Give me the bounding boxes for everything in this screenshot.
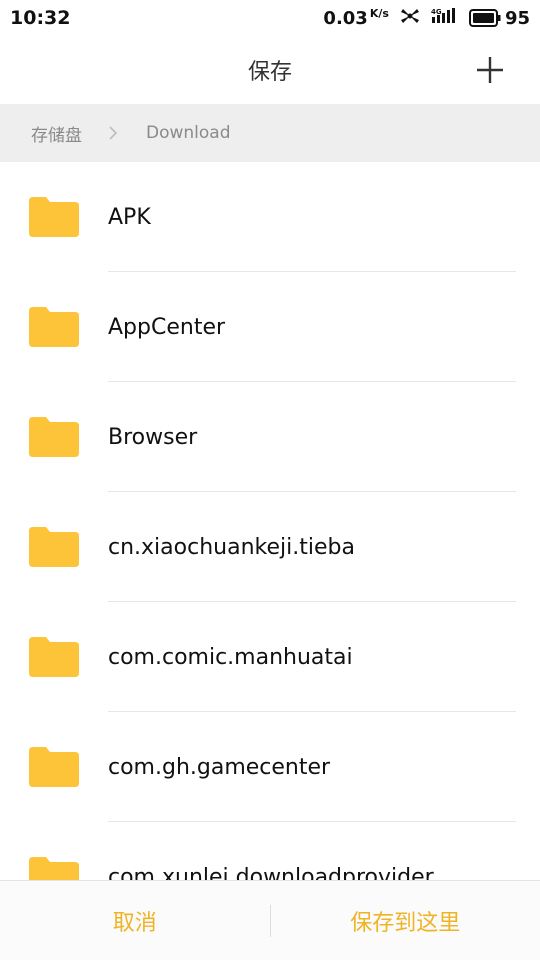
folder-name: com.xunlei.downloadprovider: [108, 864, 434, 881]
folder-name: cn.xiaochuankeji.tieba: [108, 534, 355, 560]
network-speed-unit: K/s: [369, 7, 389, 20]
network-speed: 0.03 K/s: [323, 7, 389, 29]
folder-item[interactable]: Browser: [0, 382, 540, 492]
folder-item[interactable]: com.comic.manhuatai: [0, 602, 540, 712]
folder-item[interactable]: AppCenter: [0, 272, 540, 382]
plus-icon: [477, 57, 503, 83]
svg-text:4G: 4G: [431, 8, 442, 16]
folder-name: Browser: [108, 424, 198, 450]
folder-icon: [29, 417, 79, 457]
status-time: 10:32: [10, 7, 71, 29]
app-header: 保存: [0, 36, 540, 104]
battery-icon: [468, 9, 501, 27]
folder-icon: [29, 197, 79, 237]
bottom-action-bar: 取消 保存到这里: [0, 880, 540, 960]
folder-icon: [29, 307, 79, 347]
status-icons: 0.03 K/s 4G 95: [323, 6, 530, 30]
breadcrumb-item-download[interactable]: Download: [146, 123, 231, 143]
folder-item[interactable]: cn.xiaochuankeji.tieba: [0, 492, 540, 602]
folder-item[interactable]: com.xunlei.downloadprovider: [0, 822, 540, 880]
breadcrumb: 存储盘 Download: [0, 104, 540, 162]
battery: 95: [468, 7, 530, 29]
folder-icon: [29, 857, 79, 880]
folder-icon: [29, 747, 79, 787]
folder-item[interactable]: APK: [0, 162, 540, 272]
breadcrumb-item-storage[interactable]: 存储盘: [31, 121, 82, 146]
folder-list: APK AppCenter Browser cn.xiaochuankeji.t…: [0, 162, 540, 880]
notification-app-icon: [399, 6, 421, 30]
battery-level: 95: [504, 7, 530, 29]
status-bar: 10:32 0.03 K/s 4G 95: [0, 0, 540, 36]
add-folder-button[interactable]: [470, 50, 510, 90]
page-title: 保存: [247, 60, 292, 85]
folder-name: AppCenter: [108, 314, 226, 340]
signal-4g-icon: 4G: [431, 7, 459, 29]
chevron-right-icon: [108, 126, 118, 140]
cancel-button[interactable]: 取消: [0, 905, 270, 937]
folder-name: com.comic.manhuatai: [108, 644, 353, 670]
folder-name: APK: [108, 204, 151, 230]
folder-item[interactable]: com.gh.gamecenter: [0, 712, 540, 822]
save-here-button[interactable]: 保存到这里: [271, 905, 540, 937]
folder-icon: [29, 527, 79, 567]
folder-icon: [29, 637, 79, 677]
folder-name: com.gh.gamecenter: [108, 754, 331, 780]
